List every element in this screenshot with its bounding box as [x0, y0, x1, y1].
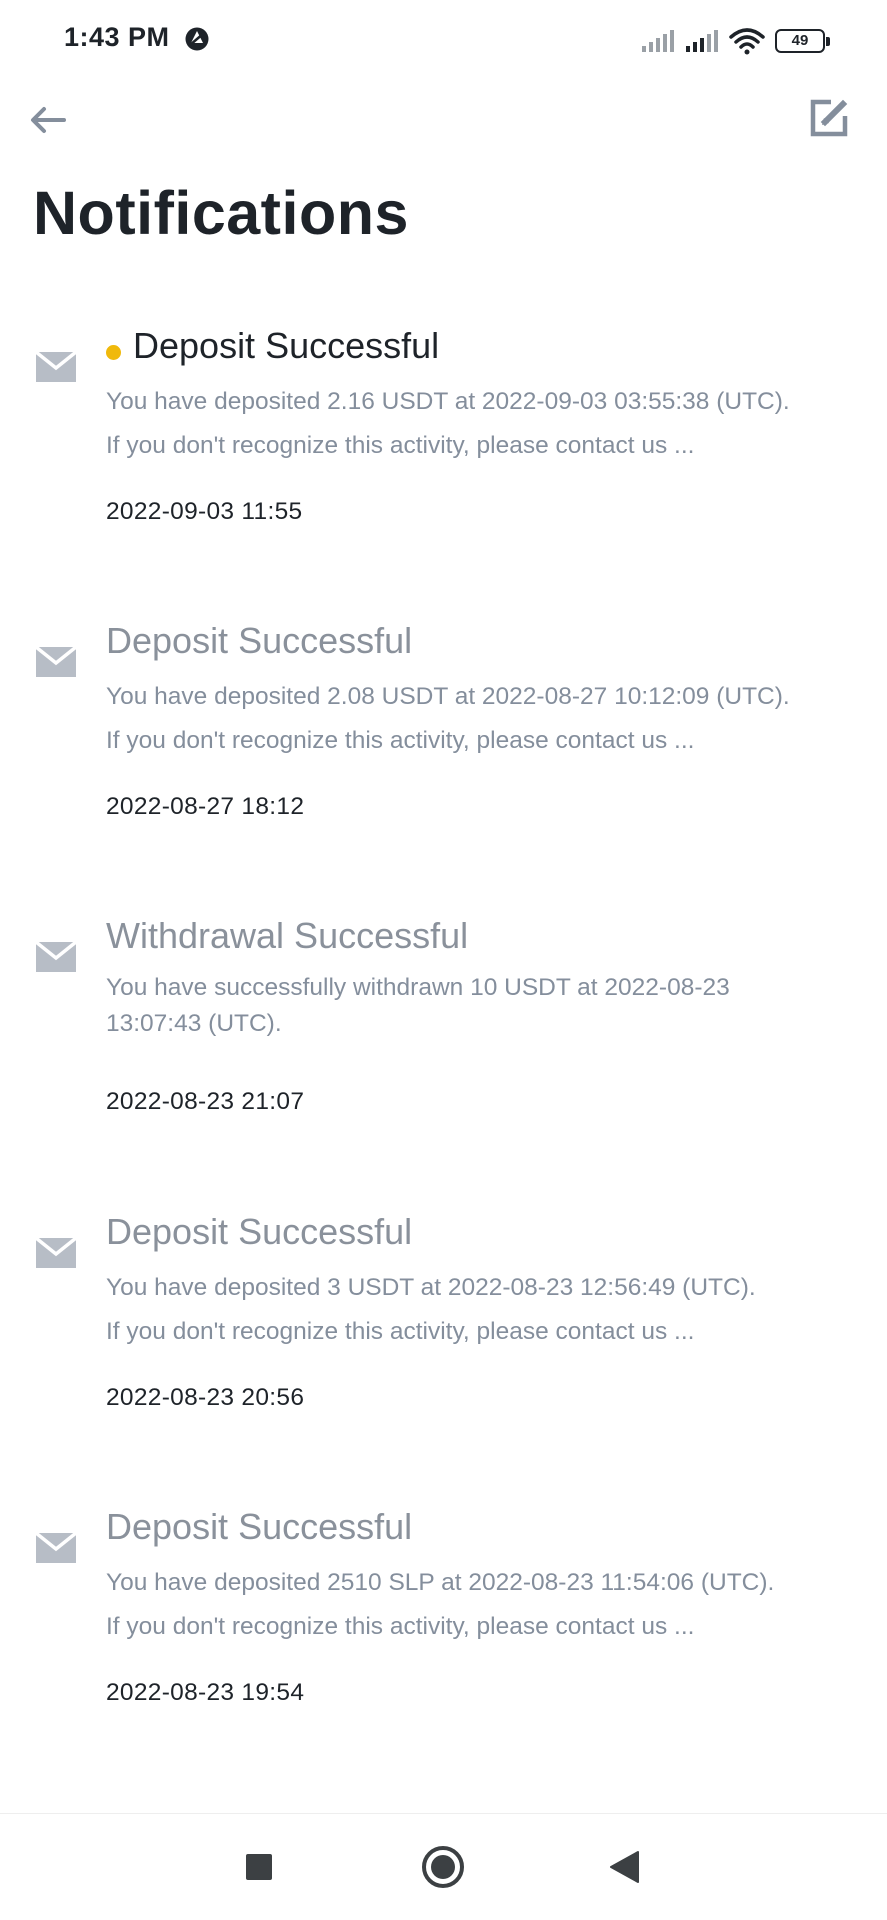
notification-text: You have successfully withdrawn 10 USDT … [106, 974, 730, 1037]
wifi-icon [729, 28, 765, 55]
notification-text: You have deposited 3 USDT at 2022-08-23 … [106, 1274, 756, 1301]
notification-item[interactable]: Deposit Successful You have deposited 25… [0, 1499, 887, 1739]
notification-item[interactable]: Deposit Successful You have deposited 2.… [0, 318, 887, 558]
mail-icon [34, 1531, 78, 1563]
notification-text: If you don't recognize this activity, pl… [106, 727, 695, 754]
notification-title: Deposit Successful [106, 620, 413, 661]
battery-icon: 49 [775, 29, 830, 53]
mail-icon [34, 940, 78, 972]
signal-icon [686, 30, 718, 52]
mail-icon [34, 645, 78, 677]
notification-timestamp: 2022-08-23 21:07 [106, 1088, 305, 1115]
notification-text: If you don't recognize this activity, pl… [106, 1613, 695, 1640]
arrow-left-icon [31, 107, 66, 133]
notification-text: If you don't recognize this activity, pl… [106, 432, 695, 459]
notification-item[interactable]: Deposit Successful You have deposited 3 … [0, 1204, 887, 1444]
back-triangle-icon [610, 1851, 639, 1883]
notification-title: Deposit Successful [133, 325, 440, 366]
mail-icon [34, 350, 78, 382]
notification-title: Deposit Successful [106, 1211, 413, 1252]
back-button[interactable] [22, 94, 74, 146]
notification-text: You have deposited 2.08 USDT at 2022-08-… [106, 683, 790, 710]
home-button[interactable] [393, 1814, 493, 1920]
notification-item[interactable]: Deposit Successful You have deposited 2.… [0, 613, 887, 853]
status-icons: 49 [641, 26, 830, 56]
notification-body: You have deposited 2.16 USDT at 2022-09-… [106, 380, 866, 468]
notification-item[interactable]: Withdrawal Successful You have successfu… [0, 908, 887, 1148]
status-time: 1:43 PM [64, 22, 170, 52]
unread-dot [106, 345, 121, 360]
notification-timestamp: 2022-08-27 18:12 [106, 793, 305, 820]
notification-text: You have deposited 2510 SLP at 2022-08-2… [106, 1569, 775, 1596]
recents-square-icon [246, 1854, 272, 1880]
home-circle-icon [422, 1846, 464, 1888]
recents-button[interactable] [209, 1814, 309, 1920]
edit-icon [810, 99, 848, 137]
signal-icon [642, 30, 674, 52]
notification-body: You have deposited 2.08 USDT at 2022-08-… [106, 675, 866, 763]
notification-body: You have deposited 2510 SLP at 2022-08-2… [106, 1561, 866, 1649]
system-nav-bar [0, 1813, 887, 1920]
notification-body: You have deposited 3 USDT at 2022-08-23 … [106, 1266, 866, 1354]
notification-text: You have deposited 2.16 USDT at 2022-09-… [106, 388, 790, 415]
status-bar: 1:43 PM 49 [0, 0, 887, 80]
page-title: Notifications [33, 179, 409, 247]
app-notification-icon [185, 27, 209, 51]
notification-timestamp: 2022-08-23 19:54 [106, 1679, 305, 1706]
system-back-button[interactable] [574, 1814, 674, 1920]
notification-title: Deposit Successful [106, 1506, 413, 1547]
mark-all-read-button[interactable] [801, 90, 857, 146]
notification-timestamp: 2022-09-03 11:55 [106, 498, 303, 525]
notification-timestamp: 2022-08-23 20:56 [106, 1384, 305, 1411]
notification-title: Withdrawal Successful [106, 915, 469, 956]
mail-icon [34, 1236, 78, 1268]
notification-text: If you don't recognize this activity, pl… [106, 1318, 695, 1345]
app-header [0, 80, 887, 190]
notification-body: You have successfully withdrawn 10 USDT … [106, 970, 806, 1042]
